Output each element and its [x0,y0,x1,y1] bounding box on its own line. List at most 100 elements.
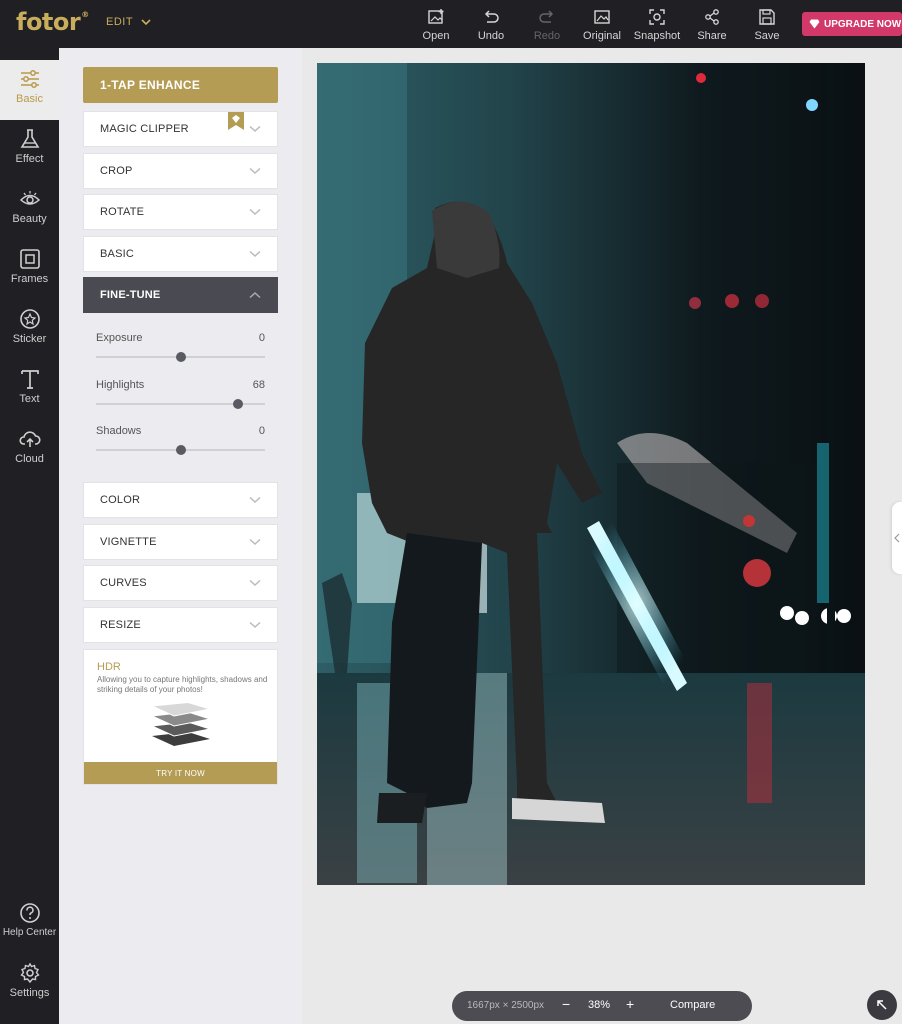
original-image-icon [594,10,610,24]
tools-panel: 1-TAP ENHANCE MAGIC CLIPPER CROP ROTATE … [59,48,302,1024]
hdr-description: Allowing you to capture highlights, shad… [97,675,268,694]
highlights-label: Highlights [96,379,145,391]
upgrade-now-button[interactable]: UPGRADE NOW [802,12,902,36]
undo-label: Undo [477,30,505,42]
undo-button[interactable]: Undo [464,8,518,42]
chevron-down-icon [249,250,261,258]
fotor-logo[interactable]: fotor® [16,8,89,36]
share-icon [705,9,719,25]
section-resize[interactable]: RESIZE [83,607,278,643]
chevron-up-icon [249,291,261,299]
compare-button[interactable]: Compare [670,999,715,1011]
left-nav: Basic Effect Beauty Frames Sticker Text … [0,48,59,1024]
section-basic[interactable]: BASIC [83,236,278,272]
canvas-area: 1667px × 2500px − 38% + Compare [302,48,902,1024]
redo-label: Redo [533,30,561,42]
shadows-label: Shadows [96,425,142,437]
exposure-slider[interactable] [96,352,265,362]
side-panel-handle[interactable] [892,502,902,574]
photo-hooded-figure-lightsaber [317,63,865,885]
nav-label-settings: Settings [9,987,50,999]
cloud-upload-icon [18,431,41,447]
diamond-icon [809,19,820,29]
nav-item-beauty[interactable]: Beauty [0,180,59,240]
snapshot-label: Snapshot [633,30,681,42]
section-label: MAGIC CLIPPER [100,123,189,135]
section-label: FINE-TUNE [100,289,161,301]
nav-label-sticker: Sticker [12,333,47,345]
zoom-in-button[interactable]: + [626,996,634,1012]
nav-item-basic[interactable]: Basic [0,60,59,120]
save-button[interactable]: Save [740,8,794,42]
chevron-down-icon [249,167,261,175]
hdr-promo-card: HDR Allowing you to capture highlights, … [83,649,278,785]
nav-label-help-center: Help Center [2,927,57,938]
one-tap-enhance-button[interactable]: 1-TAP ENHANCE [83,67,278,103]
section-color[interactable]: COLOR [83,482,278,518]
section-label: CURVES [100,577,147,589]
section-label: BASIC [100,248,135,260]
section-rotate[interactable]: ROTATE [83,194,278,230]
nav-item-settings[interactable]: Settings [0,954,59,1014]
chevron-down-icon [249,579,261,587]
section-label: VIGNETTE [100,536,157,548]
zoom-out-button[interactable]: − [562,996,570,1012]
chevron-left-icon [894,533,900,543]
nav-item-text[interactable]: Text [0,360,59,420]
section-curves[interactable]: CURVES [83,565,278,601]
chevron-down-icon [249,621,261,629]
snapshot-icon [649,9,665,25]
original-label: Original [583,30,621,42]
sliders-icon [20,70,39,88]
arrow-up-left-icon [877,1000,887,1010]
edit-menu-label: EDIT [106,16,134,28]
open-label: Open [422,30,450,42]
save-icon [759,9,775,25]
section-vignette[interactable]: VIGNETTE [83,524,278,560]
highlights-slider-knob[interactable] [232,399,243,409]
hdr-layers-icon [150,702,211,746]
exposure-label: Exposure [96,332,143,344]
section-label: ROTATE [100,206,145,218]
chevron-down-icon [249,538,261,546]
original-button[interactable]: Original [575,8,629,42]
nav-item-help-center[interactable]: Help Center [0,894,59,954]
share-button[interactable]: Share [685,8,739,42]
section-label: CROP [100,165,133,177]
open-button[interactable]: Open [409,8,463,42]
snapshot-button[interactable]: Snapshot [630,8,684,42]
text-icon [20,370,39,389]
chevron-down-icon [249,496,261,504]
shadows-value: 0 [258,425,265,437]
try-it-now-button[interactable]: TRY IT NOW [84,762,277,784]
shadows-slider-knob[interactable] [175,445,186,455]
edited-photo[interactable] [317,63,865,885]
section-crop[interactable]: CROP [83,153,278,189]
exposure-slider-knob[interactable] [175,352,186,362]
nav-item-cloud[interactable]: Cloud [0,420,59,480]
highlights-slider[interactable] [96,399,265,409]
image-dimensions: 1667px × 2500px [467,1000,545,1011]
section-magic-clipper[interactable]: MAGIC CLIPPER [83,111,278,147]
nav-label-frames: Frames [10,273,49,285]
shadows-slider[interactable] [96,445,265,455]
premium-badge-icon [228,112,244,130]
collapse-button[interactable] [867,990,897,1020]
section-label: RESIZE [100,619,141,631]
edit-menu[interactable]: EDIT [106,16,151,28]
flask-icon [20,129,39,148]
open-image-icon [428,9,444,24]
share-label: Share [697,30,727,42]
undo-icon [484,10,499,23]
nav-item-frames[interactable]: Frames [0,240,59,300]
star-icon [19,309,40,329]
section-label: COLOR [100,494,141,506]
nav-label-basic: Basic [16,93,43,105]
redo-button[interactable]: Redo [520,8,574,42]
section-fine-tune[interactable]: FINE-TUNE [83,277,278,313]
exposure-value: 0 [258,332,265,344]
nav-label-beauty: Beauty [12,213,47,225]
chevron-down-icon [249,208,261,216]
nav-item-sticker[interactable]: Sticker [0,300,59,360]
nav-item-effect[interactable]: Effect [0,120,59,180]
